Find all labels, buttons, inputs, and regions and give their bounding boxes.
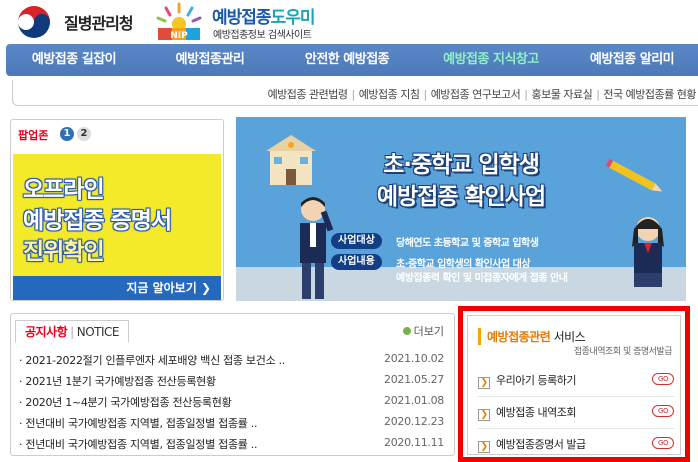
go-button[interactable]: GO <box>652 373 674 385</box>
student-boy-illustration <box>300 197 334 299</box>
notice-row[interactable]: · 2020년 1~4분기 국가예방접종 전산등록현황 2021.01.08 <box>19 394 444 415</box>
notice-more-label: 더보기 <box>413 325 444 338</box>
subnav-divider: | <box>596 88 600 101</box>
go-button[interactable]: GO <box>652 437 674 449</box>
service-certificate-issue-link[interactable]: ❯ 예방접종증명서 발급 GO <box>478 436 674 454</box>
service-item-label: 예방접종 내역조회 <box>496 406 576 419</box>
subnav-item-promo[interactable]: 홍보물 자료실 <box>531 88 592 101</box>
notice-tab[interactable]: 공지사항 | NOTICE <box>15 320 129 342</box>
popup-learn-more-link[interactable]: 지금 알아보기 ❯ <box>126 279 211 296</box>
popup-banner-certificate[interactable]: 오프라인 예방접종 증명서 진위확인 지금 알아보기 ❯ <box>13 154 221 300</box>
more-dot-icon <box>402 327 411 335</box>
popup-headline-line2: 예방접종 증명서 <box>23 208 172 234</box>
banner-text-content-line1: 초·중학교 입학생의 확인사업 대상 <box>396 259 531 270</box>
nip-badge-text: NIP <box>170 31 188 41</box>
notice-list: · 2021-2022절기 인플루엔자 세포배양 백신 접종 보건소 .. 202… <box>19 352 444 457</box>
banner-title-line1: 초·중학교 입학생 <box>383 152 540 178</box>
notice-row[interactable]: · 2021-2022절기 인플루엔자 세포배양 백신 접종 보건소 .. 202… <box>19 352 444 373</box>
banner-text-target: 당해연도 초등학교 및 중학교 입학생 <box>396 238 539 249</box>
main-banner[interactable]: 초·중학교 입학생 예방접종 확인사업 사업대상 당해연도 초등학교 및 중학교… <box>236 117 686 301</box>
chevron-right-icon: ❯ <box>478 441 490 453</box>
service-panel-subtitle: 접종내역조회 및 증명서발급 <box>573 347 673 357</box>
banner-title-line2: 예방접종 확인사업 <box>376 184 546 210</box>
site-header: 질병관리청 NIP 예방접종도우미 예방접종정보 검색사이트 <box>0 0 698 44</box>
gnb-item-notice[interactable]: 예방접종 알리미 <box>566 44 698 76</box>
notice-title: · 2021년 1분기 국가예방접종 전산등록현황 <box>19 375 216 388</box>
service-divider <box>478 428 674 429</box>
notice-more-link[interactable]: 더보기 <box>402 323 444 339</box>
subnav-divider: | <box>524 88 528 101</box>
go-button[interactable]: GO <box>652 405 674 417</box>
notice-date: 2021.05.27 <box>384 373 444 386</box>
school-building-illustration <box>266 135 316 185</box>
site-title-main: 예방접종 <box>212 8 272 28</box>
notice-date: 2020.11.11 <box>384 436 444 449</box>
notice-board: 공지사항 | NOTICE 더보기 · 2021-2022절기 인플루엔자 세포배양… <box>10 313 455 456</box>
notice-date: 2020.12.23 <box>384 415 444 428</box>
subnav-item-laws[interactable]: 예방접종 관련법령 <box>268 88 348 101</box>
notice-tab-korean: 공지사항 <box>25 325 68 339</box>
sub-navigation: 예방접종 관련법령 | 예방접종 지침 | 예방접종 연구보고서 | 홍보물 자료실 | 전국 … <box>12 80 698 106</box>
notice-title: · 2021-2022절기 인플루엔자 세포배양 백신 접종 보건소 .. <box>19 354 285 367</box>
gnb-item-management[interactable]: 예방접종관리 <box>142 44 278 76</box>
banner-text-content-line2: 예방접종력 확인 및 미접종자에게 접종 안내 <box>396 273 568 284</box>
popup-zone-title: 팝업존 <box>18 129 49 142</box>
subnav-item-reports[interactable]: 예방접종 연구보고서 <box>431 88 521 101</box>
nip-sun-logo[interactable]: NIP <box>152 0 206 42</box>
kdca-name[interactable]: 질병관리청 <box>64 10 134 34</box>
notice-date: 2021.01.08 <box>384 394 444 407</box>
notice-row[interactable]: · 전년대비 국가예방접종 지역별, 접종일정별 접종률 .. 2020.12.2… <box>19 415 444 436</box>
site-subtitle: 예방접종정보 검색사이트 <box>213 30 312 41</box>
student-girl-illustration <box>632 217 664 287</box>
popup-banner-yellow-area: 오프라인 예방접종 증명서 진위확인 <box>13 154 221 276</box>
notice-row[interactable]: · 2021년 1분기 국가예방접종 전산등록현황 2021.05.27 <box>19 373 444 394</box>
notice-title: · 2020년 1~4분기 국가예방접종 전산등록현황 <box>19 396 232 409</box>
notice-tab-english: NOTICE <box>76 325 120 339</box>
popup-headline-line3: 진위확인 <box>23 239 105 265</box>
service-title-rest: 서비스 <box>550 330 586 344</box>
service-history-lookup-link[interactable]: ❯ 예방접종 내역조회 GO <box>478 404 674 422</box>
kdca-emblem-logo[interactable] <box>14 2 54 42</box>
chevron-right-icon: ❯ <box>478 409 490 421</box>
vaccination-service-panel: 예방접종관련 서비스 접종내역조회 및 증명서발급 ❯ 우리아기 등록하기 GO … <box>458 306 690 462</box>
notice-tab-divider: | <box>70 325 74 339</box>
gnb-item-safety[interactable]: 안전한 예방접종 <box>278 44 416 76</box>
chevron-right-icon: ❯ <box>478 377 490 389</box>
site-title-accent: 도우미 <box>270 8 316 28</box>
popup-page-1-button[interactable]: 1 <box>60 127 74 141</box>
gnb-item-guide[interactable]: 예방접종 길잡이 <box>6 44 142 76</box>
notice-row[interactable]: · 전년대비 국가예방접종 지역별, 접종일정별 접종률 .. 2020.11.1… <box>19 436 444 457</box>
gnb-item-knowledge[interactable]: 예방접종 지식창고 <box>416 44 566 76</box>
main-navigation: 예방접종 길잡이 예방접종관리 안전한 예방접종 예방접종 지식창고 예방접종 … <box>6 44 698 76</box>
service-title-highlight: 예방접종관련 <box>487 330 551 344</box>
service-register-baby-link[interactable]: ❯ 우리아기 등록하기 GO <box>478 372 674 390</box>
site-title[interactable]: 예방접종도우미 <box>212 3 316 28</box>
subnav-divider: | <box>423 88 427 101</box>
service-panel-title: 예방접종관련 서비스 <box>478 328 586 345</box>
service-divider <box>478 396 674 397</box>
service-item-label: 예방접종증명서 발급 <box>496 438 586 451</box>
subnav-item-rates[interactable]: 전국 예방접종률 현황 <box>603 88 696 101</box>
banner-label-content: 사업내용 <box>331 254 382 270</box>
service-panel-inner: 예방접종관련 서비스 접종내역조회 및 증명서발급 ❯ 우리아기 등록하기 GO … <box>467 315 681 455</box>
notice-title: · 전년대비 국가예방접종 지역별, 접종일정별 접종률 .. <box>19 417 258 430</box>
service-item-label: 우리아기 등록하기 <box>496 374 576 387</box>
banner-label-target: 사업대상 <box>331 233 382 249</box>
pencil-illustration <box>605 158 663 192</box>
subnav-divider: | <box>351 88 356 101</box>
sub-navigation-list: 예방접종 관련법령 | 예방접종 지침 | 예방접종 연구보고서 | 홍보물 자료실 | 전국 … <box>268 86 697 102</box>
notice-title: · 전년대비 국가예방접종 지역별, 접종일정별 접종률 .. <box>19 438 258 451</box>
notice-date: 2021.10.02 <box>384 352 444 365</box>
popup-zone: 팝업존 1 2 오프라인 예방접종 증명서 진위확인 지금 알아보기 ❯ <box>10 119 224 301</box>
popup-headline-line1: 오프라인 <box>23 177 105 203</box>
popup-page-2-button[interactable]: 2 <box>77 127 91 141</box>
subnav-item-guidelines[interactable]: 예방접종 지침 <box>359 88 420 101</box>
